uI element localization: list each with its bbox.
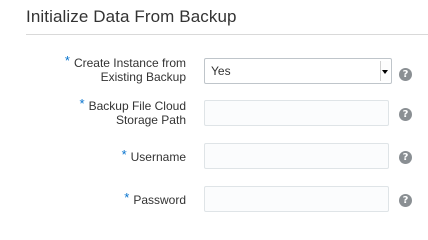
create-instance-select-value: Yes	[211, 64, 231, 78]
username-label: * Username	[16, 147, 186, 165]
section-title: Initialize Data From Backup	[26, 7, 237, 26]
create-instance-label: * Create Instance from Existing Backup	[16, 53, 186, 85]
backup-path-label-line2: Storage Path	[115, 113, 186, 127]
backup-path-label-line1: Backup File Cloud	[88, 99, 186, 113]
username-label-text: Username	[130, 150, 186, 164]
password-label: * Password	[16, 190, 186, 208]
required-marker: *	[79, 96, 85, 111]
backup-path-label: * Backup File Cloud Storage Path	[16, 96, 186, 128]
password-label-text: Password	[133, 193, 186, 207]
required-marker: *	[124, 190, 130, 205]
section-divider	[26, 34, 428, 35]
username-input[interactable]	[204, 143, 389, 169]
help-circle-icon[interactable]: ?	[399, 151, 412, 164]
create-instance-label-line1: Create Instance from	[73, 56, 186, 70]
backup-path-input[interactable]	[204, 100, 389, 126]
chevron-down-icon[interactable]	[380, 61, 390, 81]
password-input[interactable]	[204, 186, 389, 212]
help-circle-icon[interactable]: ?	[399, 194, 412, 207]
required-marker: *	[64, 53, 70, 68]
help-circle-icon[interactable]: ?	[399, 68, 412, 81]
create-instance-select[interactable]: Yes	[204, 58, 392, 84]
required-marker: *	[121, 147, 127, 162]
create-instance-label-line2: Existing Backup	[100, 70, 186, 84]
help-circle-icon[interactable]: ?	[399, 108, 412, 121]
